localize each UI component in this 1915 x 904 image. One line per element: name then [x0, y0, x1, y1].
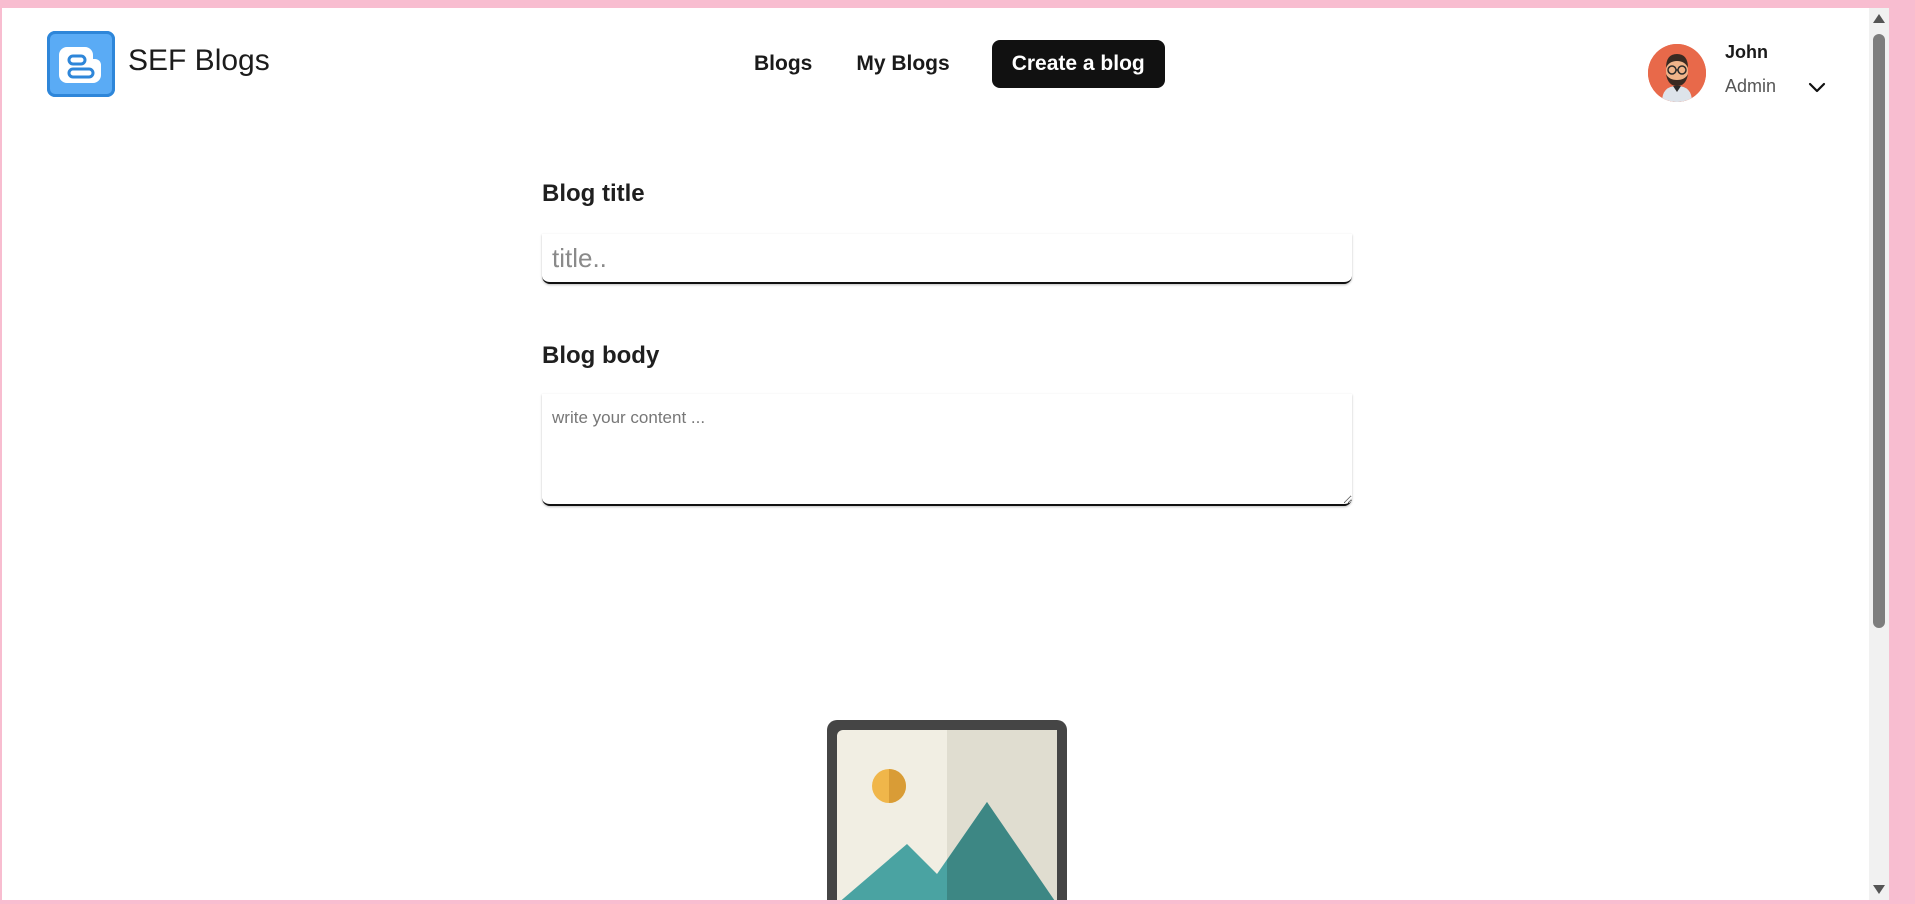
brand-name[interactable]: SEF Blogs [128, 44, 270, 78]
create-blog-form: Blog title Blog body [542, 180, 1352, 506]
blog-title-input[interactable] [542, 234, 1352, 284]
user-name: John [1725, 42, 1768, 62]
main-nav: Blogs My Blogs Create a blog [732, 40, 1165, 88]
blog-title-label: Blog title [542, 180, 645, 207]
avatar[interactable] [1648, 44, 1706, 102]
nav-blogs-link[interactable]: Blogs [732, 42, 834, 86]
scrollbar-thumb[interactable] [1873, 34, 1885, 628]
chevron-down-icon[interactable] [1806, 76, 1828, 98]
user-menu[interactable]: John Admin [1648, 36, 1828, 106]
blogger-logo-icon[interactable] [47, 31, 115, 97]
image-placeholder-icon[interactable] [825, 718, 1069, 900]
create-blog-button[interactable]: Create a blog [991, 40, 1165, 88]
blog-body-label: Blog body [542, 342, 660, 369]
user-role: Admin [1725, 76, 1777, 96]
vertical-scrollbar[interactable] [1869, 8, 1889, 900]
site-header: SEF Blogs Blogs My Blogs Create a blog J… [2, 8, 1889, 118]
nav-my-blogs-link[interactable]: My Blogs [834, 42, 971, 86]
scroll-up-arrow-icon[interactable] [1873, 14, 1885, 23]
browser-viewport: SEF Blogs Blogs My Blogs Create a blog J… [2, 8, 1889, 900]
scroll-down-arrow-icon[interactable] [1873, 885, 1885, 894]
blog-body-textarea[interactable] [542, 394, 1352, 506]
